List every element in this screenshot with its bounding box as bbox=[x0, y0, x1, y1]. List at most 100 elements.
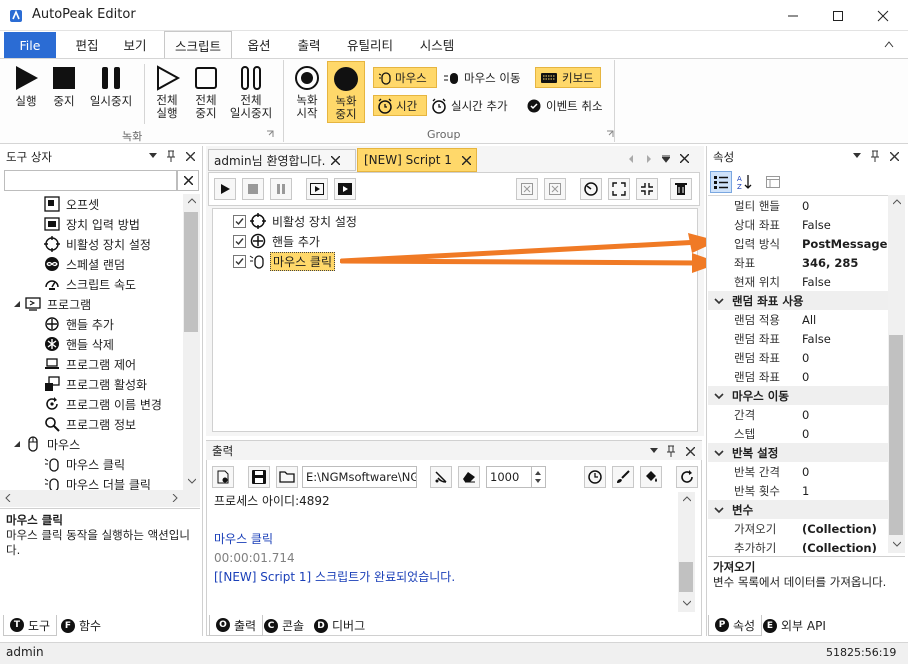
toolbox-hscrollbar[interactable] bbox=[0, 490, 200, 507]
chevron-down-icon[interactable] bbox=[714, 297, 724, 305]
scroll-down-icon[interactable] bbox=[683, 600, 691, 606]
save-log-button[interactable] bbox=[248, 466, 270, 488]
trash-button[interactable] bbox=[670, 178, 692, 200]
property-value[interactable]: PostMessage bbox=[794, 237, 887, 251]
toolbox-item[interactable]: 마우스 더블 클릭 bbox=[0, 474, 183, 490]
toolbox-item[interactable]: 프로그램 bbox=[0, 294, 183, 314]
record-group-expander-icon[interactable] bbox=[266, 130, 274, 138]
stop-button[interactable]: 중지 bbox=[48, 64, 80, 108]
toolbox-vscrollbar[interactable] bbox=[183, 194, 200, 490]
scroll-left-icon[interactable] bbox=[5, 494, 11, 502]
minimize-button[interactable] bbox=[770, 0, 816, 31]
expand-button[interactable] bbox=[608, 178, 630, 200]
toolbox-item[interactable]: 프로그램 제어 bbox=[0, 354, 183, 374]
close-tab-icon[interactable] bbox=[461, 155, 471, 165]
property-row[interactable]: 상대 좌표 False bbox=[708, 215, 888, 234]
toolbox-item[interactable]: 오프셋 bbox=[0, 194, 183, 214]
toolbox-item[interactable]: 스페셜 랜덤 bbox=[0, 254, 183, 274]
menu-options[interactable]: 옵션 bbox=[236, 31, 282, 58]
toolbox-close-icon[interactable] bbox=[186, 152, 195, 161]
property-row[interactable]: 간격 0 bbox=[708, 405, 888, 424]
property-row[interactable]: 반복 간격 0 bbox=[708, 462, 888, 481]
delete-all-button[interactable] bbox=[544, 178, 566, 200]
scroll-thumb[interactable] bbox=[889, 335, 903, 535]
collapse-button[interactable] bbox=[636, 178, 658, 200]
property-value[interactable]: (Collection) bbox=[794, 541, 877, 554]
expand-triangle-icon[interactable] bbox=[12, 299, 22, 309]
toolbox-item[interactable]: 스크립트 속도 bbox=[0, 274, 183, 294]
property-row[interactable]: 멀티 핸들 0 bbox=[708, 196, 888, 215]
scroll-down-icon[interactable] bbox=[893, 541, 901, 547]
toolbox-search-input[interactable] bbox=[4, 170, 177, 191]
checkbox-checked-icon[interactable] bbox=[233, 254, 246, 268]
tab-nav-left-icon[interactable] bbox=[628, 155, 634, 163]
log-path-input[interactable]: E:\NGMsoftware\NG bbox=[302, 466, 417, 488]
properties-close-icon[interactable] bbox=[890, 152, 899, 161]
tab-list-icon[interactable] bbox=[662, 155, 670, 163]
toolbox-menu-icon[interactable] bbox=[149, 153, 157, 159]
menu-file[interactable]: File bbox=[4, 32, 56, 58]
toolbox-item[interactable]: 마우스 클릭 bbox=[0, 454, 183, 474]
property-row[interactable]: 추가하기 (Collection) bbox=[708, 538, 888, 554]
script-run-selection-button[interactable] bbox=[334, 178, 356, 200]
property-pages-button[interactable] bbox=[762, 171, 784, 193]
property-row[interactable]: 반복 횟수 1 bbox=[708, 481, 888, 500]
script-pause-button[interactable] bbox=[270, 178, 292, 200]
property-row[interactable]: 좌표 346, 285 bbox=[708, 253, 888, 272]
alphabetical-view-button[interactable]: AZ bbox=[734, 171, 756, 193]
property-value[interactable]: 1 bbox=[794, 484, 809, 498]
step-add-handle[interactable]: 핸들 추가 bbox=[233, 232, 320, 250]
property-group[interactable]: 랜덤 좌표 사용 bbox=[708, 291, 888, 310]
keyboard-toggle-button[interactable]: 키보드 bbox=[535, 67, 601, 88]
brush-button[interactable] bbox=[612, 466, 634, 488]
tab-external-api[interactable]: E 외부 API bbox=[757, 615, 832, 636]
property-group[interactable]: 반복 설정 bbox=[708, 443, 888, 462]
cancel-event-button[interactable]: 이벤트 취소 bbox=[527, 95, 603, 116]
chevron-down-icon[interactable] bbox=[714, 392, 724, 400]
properties-pin-icon[interactable] bbox=[871, 150, 879, 162]
tab-debug[interactable]: D 디버그 bbox=[308, 615, 371, 636]
property-value[interactable]: 346, 285 bbox=[794, 256, 858, 270]
property-row[interactable]: 입력 방식 PostMessage bbox=[708, 234, 888, 253]
new-log-button[interactable] bbox=[212, 466, 234, 488]
scroll-up-icon[interactable] bbox=[683, 496, 691, 502]
time-toggle-button[interactable]: 시간 bbox=[373, 95, 427, 116]
property-row[interactable]: 랜덤 좌표 0 bbox=[708, 367, 888, 386]
step-inactive-device[interactable]: 비활성 장치 설정 bbox=[233, 212, 357, 230]
property-row[interactable]: 랜덤 좌표 0 bbox=[708, 348, 888, 367]
editor-close-icon[interactable] bbox=[680, 154, 689, 163]
chevron-down-icon[interactable] bbox=[714, 449, 724, 457]
delay-input[interactable]: 1000 bbox=[486, 466, 532, 488]
tab-properties[interactable]: P 속성 bbox=[708, 615, 763, 636]
property-value[interactable]: 0 bbox=[794, 465, 809, 479]
stop-all-button[interactable]: 전체 중지 bbox=[188, 64, 224, 120]
tab-script-1[interactable]: [NEW] Script 1 bbox=[357, 148, 477, 172]
property-value[interactable]: (Collection) bbox=[794, 522, 877, 536]
menu-script[interactable]: 스크립트 bbox=[164, 31, 232, 59]
menu-output[interactable]: 출력 bbox=[286, 31, 332, 58]
toolbox-item[interactable]: 비활성 장치 설정 bbox=[0, 234, 183, 254]
output-close-icon[interactable] bbox=[686, 447, 695, 456]
output-vscrollbar[interactable] bbox=[678, 492, 695, 612]
expand-triangle-icon[interactable] bbox=[12, 439, 22, 449]
property-group[interactable]: 마우스 이동 bbox=[708, 386, 888, 405]
toolbox-item[interactable]: 프로그램 활성화 bbox=[0, 374, 183, 394]
mouse-toggle-button[interactable]: 마우스 bbox=[373, 67, 437, 88]
run-button[interactable]: 실행 bbox=[10, 64, 42, 108]
close-tab-icon[interactable] bbox=[331, 155, 341, 165]
menu-system[interactable]: 시스템 bbox=[410, 31, 464, 58]
tab-output[interactable]: O 출력 bbox=[209, 615, 264, 636]
scroll-right-icon[interactable] bbox=[172, 494, 178, 502]
eraser-button[interactable] bbox=[458, 466, 480, 488]
output-clock-button[interactable] bbox=[584, 466, 606, 488]
output-menu-icon[interactable] bbox=[650, 448, 658, 454]
toolbox-item[interactable]: 핸들 추가 bbox=[0, 314, 183, 334]
step-mouse-click[interactable]: 마우스 클릭 bbox=[233, 251, 336, 271]
property-value[interactable]: 0 bbox=[794, 408, 809, 422]
property-value[interactable]: False bbox=[794, 275, 831, 289]
toolbox-item[interactable]: 프로그램 이름 변경 bbox=[0, 394, 183, 414]
delay-spinner[interactable] bbox=[532, 466, 546, 488]
property-group[interactable]: 변수 bbox=[708, 500, 888, 519]
categorized-view-button[interactable] bbox=[710, 171, 732, 193]
toolbox-item[interactable]: 프로그램 정보 bbox=[0, 414, 183, 434]
